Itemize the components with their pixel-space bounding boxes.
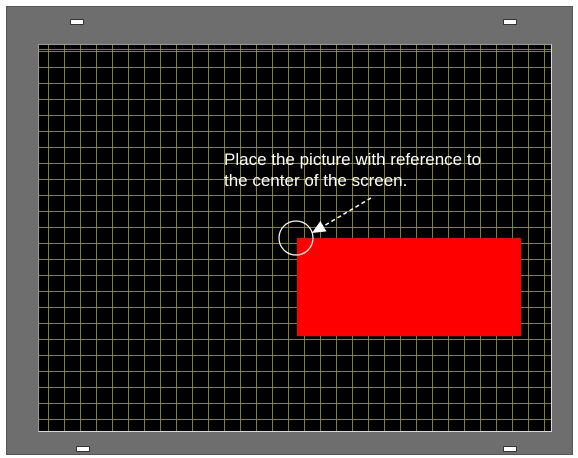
bezel-tab-top-right bbox=[503, 19, 517, 25]
bezel-tab-bottom-right bbox=[503, 446, 517, 452]
annotation-line-2: the center of the screen. bbox=[224, 171, 408, 190]
dashed-arrow-icon bbox=[311, 197, 372, 234]
bezel-tab-bottom-left bbox=[76, 446, 90, 452]
screen-grid: Place the picture with reference to the … bbox=[38, 44, 552, 432]
annotation-line-1: Place the picture with reference to bbox=[224, 150, 482, 169]
bezel-tab-top-left bbox=[70, 19, 84, 25]
annotation-overlay bbox=[278, 197, 372, 256]
annotation-text: Place the picture with reference to the … bbox=[224, 149, 551, 191]
circle-marker-icon bbox=[278, 220, 314, 256]
